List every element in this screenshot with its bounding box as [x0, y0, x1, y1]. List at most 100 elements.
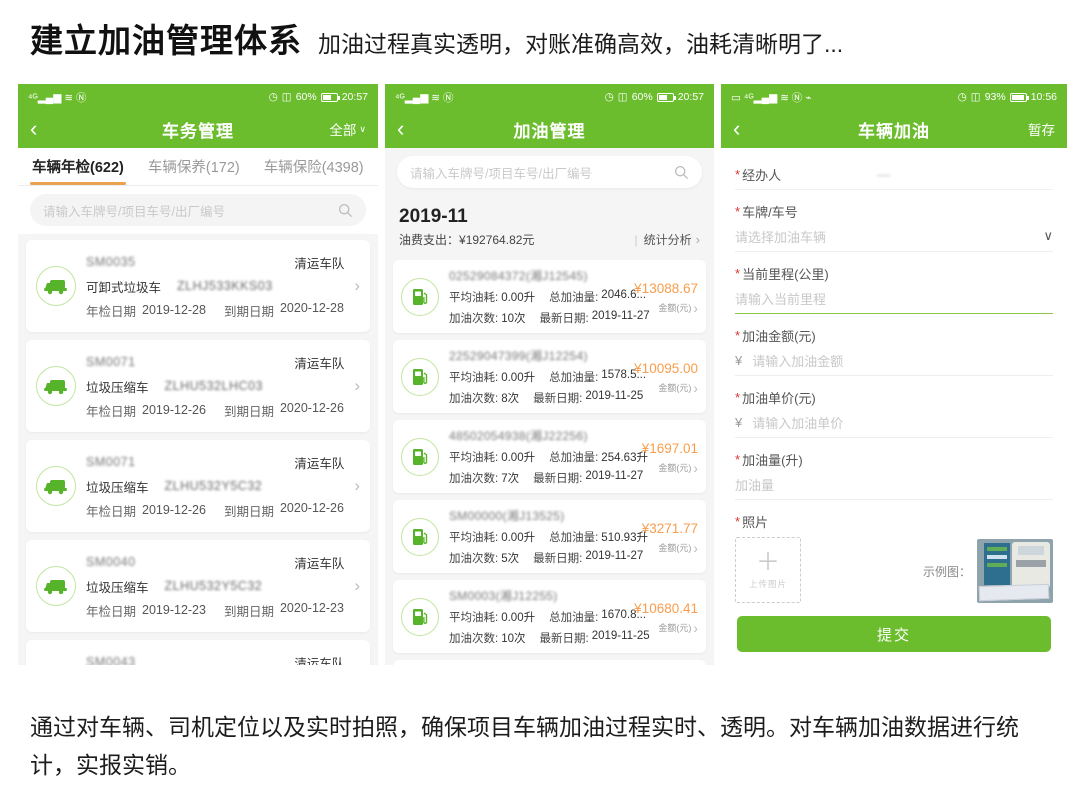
phone-vehicle-management: ⁴ᴳ▂▄▆ ≋ Ⓝ ◷ ◫ 60% 20:57 ‹ 车务管理 全部 ∨ 车辆年 [18, 84, 378, 665]
battery-percent: 93% [985, 91, 1006, 103]
truck-icon [36, 566, 76, 606]
mileage-label: 当前里程(公里) [742, 264, 829, 283]
back-icon[interactable]: ‹ [397, 118, 404, 140]
required-mark: * [735, 514, 740, 529]
amount-input[interactable]: ¥ 请输入加油金额 [735, 345, 1053, 376]
times-value: 5次 [501, 550, 519, 566]
chevron-right-icon: › [696, 230, 700, 250]
amount-value: ¥1697.01 [642, 438, 698, 459]
fleet-name: 清运车队 [294, 253, 344, 272]
expire-date: 2020-12-23 [280, 601, 344, 620]
check-date-label: 年检日期 [86, 501, 136, 520]
vehicle-card[interactable]: SM0071清运车队 垃圾压缩车ZLHU532Y5C32 年检日期2019-12… [26, 440, 370, 532]
yuan-prefix: ¥ [735, 415, 742, 430]
times-label: 加油次数: [449, 630, 498, 646]
avg-label: 平均油耗: [449, 289, 498, 305]
check-date-label: 年检日期 [86, 601, 136, 620]
refuel-card[interactable]: 02529084372(湘J12545) 平均油耗:0.00升总加油量:2046… [393, 260, 706, 333]
vibrate-icon: ◫ [971, 91, 981, 103]
expire-date: 2020-12-26 [280, 401, 344, 420]
fuel-pump-icon [401, 438, 439, 476]
status-time: 20:57 [678, 91, 704, 103]
vehicle-list: SM0035清运车队 可卸式垃圾车ZLHJ533KKS03 年检日期2019-1… [18, 234, 378, 665]
upload-photo-button[interactable]: ＋ 上传图片 [735, 537, 801, 603]
status-bar: ▭ ⁴ᴳ▂▄▆ ≋ Ⓝ ⌁ ◷ ◫ 93% 10:56 [721, 84, 1067, 110]
divider: | [635, 230, 638, 250]
avg-label: 平均油耗: [449, 609, 498, 625]
amount-unit-label: 金额(元) [658, 381, 691, 394]
nav-bar: ‹ 车辆加油 暂存 [721, 110, 1067, 148]
refuel-card[interactable]: SM0000 ¥6857.00 金额(元)› [393, 660, 706, 665]
tab-annual-inspection[interactable]: 车辆年检(622) [32, 156, 124, 177]
vehicle-card-body: SM0071清运车队 垃圾压缩车ZLHU532Y5C32 年检日期2019-12… [86, 450, 344, 522]
times-value: 10次 [501, 310, 525, 326]
times-label: 加油次数: [449, 550, 498, 566]
volume-input[interactable]: 加油量 [735, 469, 1053, 500]
status-right: ◷ ◫ 60% 20:57 [605, 91, 704, 103]
times-value: 8次 [501, 390, 519, 406]
refuel-card[interactable]: SM0003(湘J12255) 平均油耗:0.00升总加油量:1670.8...… [393, 580, 706, 653]
search-input[interactable]: 请输入车牌号/项目车号/出厂编号 [30, 194, 366, 226]
statistics-analysis-link[interactable]: | 统计分析 › [635, 230, 700, 250]
check-date-label: 年检日期 [86, 401, 136, 420]
vehicle-card-body: SM0040清运车队 垃圾压缩车ZLHU532Y5C32 年检日期2019-12… [86, 550, 344, 622]
mileage-input[interactable]: 请输入当前里程 [735, 283, 1053, 314]
battery-icon [657, 93, 674, 102]
refuel-vehicle-id: 02529084372(湘J12545) [449, 267, 588, 284]
expense-value: ¥192764.82元 [459, 230, 534, 250]
vehicle-card[interactable]: SM0035清运车队 可卸式垃圾车ZLHJ533KKS03 年检日期2019-1… [26, 240, 370, 332]
volume-field-label: * 加油量(升) [735, 449, 1053, 469]
vehicle-select[interactable]: 请选择加油车辆 ∨ [735, 221, 1053, 252]
total-label: 总加油量: [549, 449, 598, 465]
vibrate-icon: ◫ [282, 91, 292, 103]
tab-maintenance[interactable]: 车辆保养(172) [148, 156, 240, 177]
nav-bar: ‹ 车务管理 全部 ∨ [18, 110, 378, 148]
vehicle-card[interactable]: SM0071清运车队 垃圾压缩车ZLHU532LHC03 年检日期2019-12… [26, 340, 370, 432]
times-label: 加油次数: [449, 310, 498, 326]
upload-text: 上传图片 [749, 578, 787, 590]
refuel-card[interactable]: SM00000(湘J13525) 平均油耗:0.00升总加油量:510.93升 … [393, 500, 706, 573]
phone-screenshots-row: ⁴ᴳ▂▄▆ ≋ Ⓝ ◷ ◫ 60% 20:57 ‹ 车务管理 全部 ∨ 车辆年 [18, 84, 1067, 665]
expire-date-label: 到期日期 [224, 501, 274, 520]
price-input[interactable]: ¥ 请输入加油单价 [735, 407, 1053, 438]
save-draft-button[interactable]: 暂存 [1028, 119, 1055, 139]
vehicle-placeholder: 请选择加油车辆 [735, 227, 826, 246]
alarm-icon: ◷ [605, 91, 614, 103]
expire-date-label: 到期日期 [224, 301, 274, 320]
nav-title: 车辆加油 [721, 117, 1067, 142]
refuel-card[interactable]: 48502054938(湘J22256) 平均油耗:0.00升总加油量:254.… [393, 420, 706, 493]
vehicle-card[interactable]: SM0043清运车队 › [26, 640, 370, 665]
back-icon[interactable]: ‹ [30, 118, 37, 140]
chevron-right-icon: › [693, 380, 698, 396]
search-input[interactable]: 请输入车牌号/项目车号/出厂编号 [397, 156, 702, 188]
avg-label: 平均油耗: [449, 449, 498, 465]
submit-button[interactable]: 提交 [737, 616, 1051, 652]
expense-label: 油费支出： [399, 230, 459, 250]
refuel-card-body: 22529047399(湘J12254) 平均油耗:0.00升总加油量:1578… [449, 345, 624, 408]
vehicle-type: 垃圾压缩车 [86, 377, 149, 396]
chevron-down-icon: ∨ [359, 124, 366, 135]
refuel-vehicle-id: SM00000(湘J13525) [449, 507, 565, 524]
avg-value: 0.00升 [501, 369, 535, 385]
vehicle-type: 垃圾压缩车 [86, 477, 149, 496]
back-icon[interactable]: ‹ [733, 118, 740, 140]
vehicle-card-body: SM0043清运车队 [86, 650, 344, 665]
vehicle-card[interactable]: SM0040清运车队 垃圾压缩车ZLHU532Y5C32 年检日期2019-12… [26, 540, 370, 632]
date-label: 最新日期: [533, 390, 582, 406]
refuel-amount-aside: ¥10095.00 金额(元)› [634, 358, 698, 396]
signal-wifi-nfc-icons: ⁴ᴳ▂▄▆ ≋ Ⓝ [395, 90, 453, 105]
battery-percent: 60% [632, 91, 653, 103]
refuel-card[interactable]: 22529047399(湘J12254) 平均油耗:0.00升总加油量:1578… [393, 340, 706, 413]
vehicle-id: SM0071 [86, 455, 136, 469]
status-right: ◷ ◫ 93% 10:56 [958, 91, 1057, 103]
vehicle-plate: ZLHU532LHC03 [165, 379, 263, 393]
fleet-name: 清运车队 [294, 553, 344, 572]
date-label: 最新日期: [540, 310, 589, 326]
check-date: 2019-12-23 [142, 603, 206, 617]
tab-insurance[interactable]: 车辆保险(4398) [264, 156, 364, 177]
vibrate-icon: ◫ [618, 91, 628, 103]
filter-all-button[interactable]: 全部 ∨ [329, 119, 366, 139]
nav-title: 加油管理 [385, 117, 714, 142]
chevron-right-icon: › [354, 476, 360, 496]
expire-date: 2020-12-26 [280, 501, 344, 520]
